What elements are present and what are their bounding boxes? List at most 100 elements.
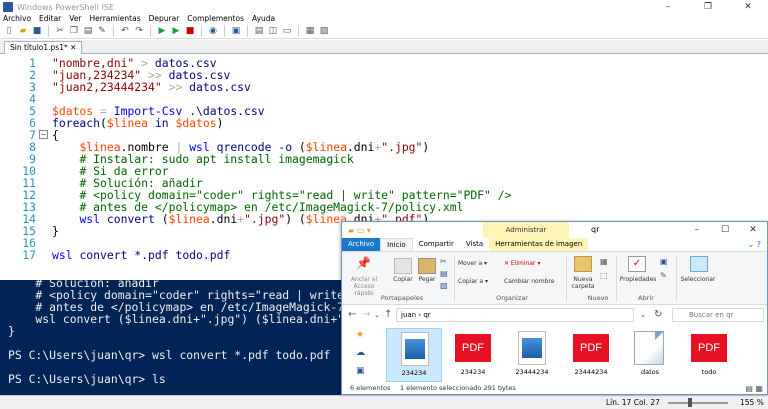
file-name: 23444234 bbox=[515, 368, 549, 376]
title-bar: Windows PowerShell ISE – ❐ ✕ bbox=[0, 0, 768, 14]
cut-icon[interactable]: ✂ bbox=[54, 25, 66, 37]
select-button[interactable]: Seleccionar bbox=[678, 276, 718, 283]
copy-to-button[interactable]: Copiar a ▾ bbox=[458, 278, 488, 285]
remote-icon[interactable]: ◉ bbox=[207, 25, 219, 37]
this-pc-icon[interactable]: ▣ bbox=[356, 366, 365, 376]
console-icon[interactable]: ▣ bbox=[230, 25, 242, 37]
run-icon[interactable]: ▶ bbox=[156, 25, 168, 37]
explorer-status-bar: 6 elementos 1 elemento seleccionado 291 … bbox=[342, 382, 767, 394]
copy-path-icon[interactable]: ▤ bbox=[440, 270, 448, 278]
new-folder-icon[interactable] bbox=[574, 256, 592, 272]
menu-ver[interactable]: Ver bbox=[69, 14, 81, 24]
cursor-position: Lín. 17 Col. 27 bbox=[606, 398, 660, 407]
toolbar-separator bbox=[48, 25, 49, 37]
explorer-maximize-button[interactable]: ☐ bbox=[711, 222, 739, 238]
help-icon[interactable]: ⌄ ? bbox=[742, 238, 768, 251]
edit-icon[interactable]: ✎ bbox=[660, 272, 667, 280]
file-item[interactable]: PDF todo bbox=[681, 328, 737, 382]
minimize-button[interactable]: – bbox=[648, 0, 688, 14]
save-icon[interactable]: ■ bbox=[31, 25, 43, 37]
file-name: 23444234 bbox=[574, 368, 608, 376]
menu-archivo[interactable]: Archivo bbox=[3, 14, 31, 24]
menu-complementos[interactable]: Complementos bbox=[187, 14, 244, 24]
rename-button[interactable]: Cambiar nombre bbox=[504, 278, 554, 285]
tab-archivo[interactable]: Archivo bbox=[342, 238, 381, 251]
zoom-slider-thumb[interactable] bbox=[688, 398, 692, 407]
powershell-icon bbox=[3, 2, 13, 12]
refresh-icon[interactable]: ↻ bbox=[654, 308, 662, 322]
recent-icon[interactable]: ⌄ bbox=[374, 308, 380, 322]
quick-access-icon[interactable]: ★ bbox=[356, 330, 364, 340]
tab-sin-titulo[interactable]: Sin título1.ps1* ✕ bbox=[4, 41, 83, 54]
new-folder-button[interactable]: Nueva carpeta bbox=[568, 276, 598, 290]
explorer-minimize-button[interactable]: – bbox=[683, 222, 711, 238]
layout-right-icon[interactable]: ◫ bbox=[267, 25, 279, 37]
address-dropdown-icon[interactable]: ⌄ bbox=[640, 308, 646, 322]
text-file-icon bbox=[634, 331, 664, 365]
back-icon[interactable]: ← bbox=[348, 308, 356, 322]
easy-access-icon[interactable]: ⬚ bbox=[600, 272, 608, 280]
address-input[interactable]: juan › qr bbox=[396, 308, 634, 322]
move-to-button[interactable]: Mover a ▾ bbox=[458, 260, 487, 267]
run-selection-icon[interactable]: ▶ bbox=[170, 25, 182, 37]
fold-toggle-icon[interactable]: − bbox=[39, 130, 48, 139]
context-tab-administrar[interactable]: Administrar bbox=[483, 222, 569, 238]
menu-depurar[interactable]: Depurar bbox=[149, 14, 180, 24]
file-item[interactable]: PDF 23444234 bbox=[563, 328, 619, 382]
show-commands-icon[interactable]: ▦ bbox=[304, 25, 316, 37]
cut-icon[interactable]: ✂ bbox=[440, 258, 447, 266]
pin-icon[interactable]: 📌 bbox=[356, 256, 374, 272]
redo-icon[interactable]: ↷ bbox=[133, 25, 145, 37]
image-preview bbox=[405, 339, 425, 359]
tab-vista[interactable]: Vista bbox=[460, 238, 489, 251]
menu-ayuda[interactable]: Ayuda bbox=[252, 14, 275, 24]
open-icon[interactable]: ▣ bbox=[660, 258, 668, 266]
paste-button[interactable]: Pegar bbox=[416, 276, 438, 283]
file-name: 234234 bbox=[401, 369, 427, 377]
select-all-icon[interactable] bbox=[690, 256, 708, 272]
paste-icon[interactable] bbox=[418, 258, 436, 274]
code-line[interactable]: 3 "juan2,23444234" >> datos.csv bbox=[0, 81, 768, 93]
code-text: wsl convert *.pdf todo.pdf bbox=[52, 248, 231, 262]
close-button[interactable]: ✕ bbox=[728, 0, 768, 14]
menu-herramientas[interactable]: Herramientas bbox=[90, 14, 141, 24]
file-item[interactable]: datos bbox=[622, 328, 678, 382]
copy-icon[interactable] bbox=[394, 258, 412, 274]
new-file-icon[interactable]: ▯ bbox=[3, 25, 15, 37]
tab-compartir[interactable]: Compartir bbox=[413, 238, 460, 251]
copy-button[interactable]: Copiar bbox=[392, 276, 414, 283]
navigation-pane[interactable]: ★ ☁ ▣ bbox=[342, 326, 378, 382]
zoom-slider[interactable] bbox=[668, 402, 728, 404]
layout-top-icon[interactable]: ▤ bbox=[253, 25, 265, 37]
onedrive-icon[interactable]: ☁ bbox=[356, 348, 365, 358]
menu-editar[interactable]: Editar bbox=[39, 14, 61, 24]
stop-icon[interactable]: ■ bbox=[184, 25, 196, 37]
group-separator bbox=[566, 256, 567, 302]
addon-icon[interactable]: ▧ bbox=[318, 25, 330, 37]
new-item-icon[interactable]: ▦ bbox=[600, 258, 608, 266]
code-line[interactable]: 6 foreach($linea in $datos) bbox=[0, 117, 768, 129]
paste-shortcut-icon[interactable]: ▧ bbox=[440, 282, 448, 290]
file-item[interactable]: 23444234 bbox=[504, 328, 560, 382]
explorer-close-button[interactable]: ✕ bbox=[739, 222, 767, 238]
tab-inicio[interactable]: Inicio bbox=[380, 238, 413, 251]
clear-icon[interactable]: ✎ bbox=[96, 25, 108, 37]
search-input[interactable]: Buscar en qr bbox=[672, 308, 764, 322]
open-folder-icon[interactable]: ▰ bbox=[17, 25, 29, 37]
tab-herramientas-imagen[interactable]: Herramientas de imagen bbox=[489, 238, 589, 251]
delete-button[interactable]: ✕ Eliminar ▾ bbox=[504, 260, 540, 267]
ribbon: 📌 Anclar al Acceso rápido Copiar Pegar ✂… bbox=[342, 251, 767, 305]
file-item[interactable]: PDF 234234 bbox=[445, 328, 501, 382]
copy-icon[interactable]: ❐ bbox=[68, 25, 80, 37]
file-item[interactable]: 234234 bbox=[386, 328, 442, 382]
maximize-button[interactable]: ❐ bbox=[688, 0, 728, 14]
paste-icon[interactable]: ▤ bbox=[82, 25, 94, 37]
properties-button[interactable]: Propiedades bbox=[618, 276, 658, 283]
view-toggle-icon[interactable]: ▤ ▦ bbox=[745, 384, 763, 393]
properties-icon[interactable]: ✓ bbox=[628, 256, 646, 272]
layout-max-icon[interactable]: ▭ bbox=[281, 25, 293, 37]
undo-icon[interactable]: ↶ bbox=[119, 25, 131, 37]
up-icon[interactable]: ↑ bbox=[384, 308, 392, 322]
forward-icon[interactable]: → bbox=[362, 308, 370, 322]
group-separator bbox=[616, 256, 617, 302]
